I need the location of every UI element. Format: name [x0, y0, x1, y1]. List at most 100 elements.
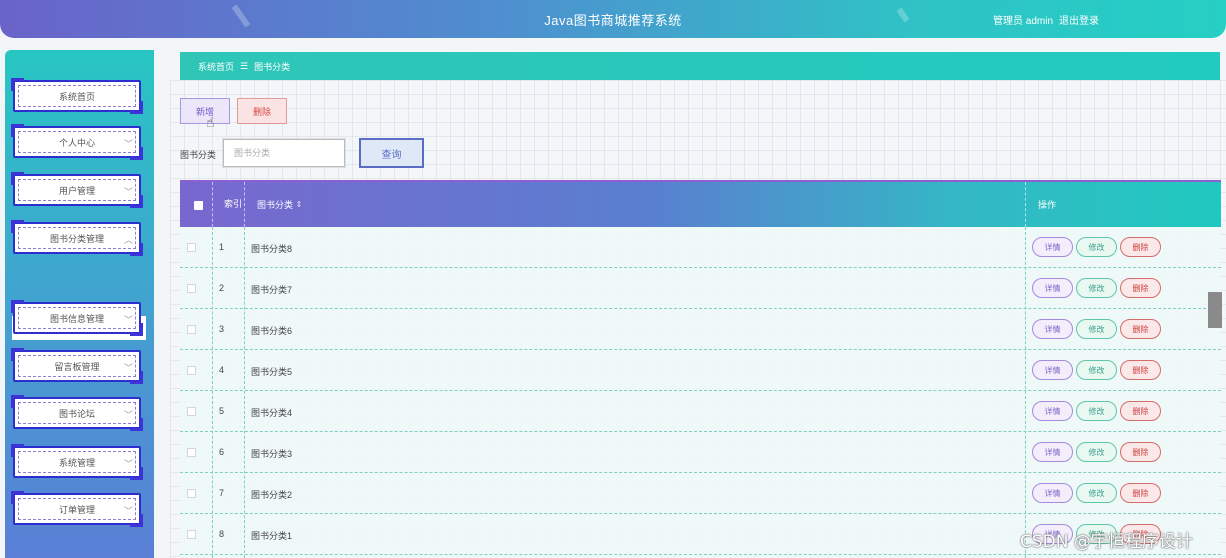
row-category-name: 图书分类1 [251, 531, 293, 541]
column-header-actions: 操作 [1038, 200, 1057, 210]
row-index: 6 [219, 447, 225, 457]
row-checkbox[interactable] [187, 448, 196, 457]
sidebar-item-home[interactable]: 系统首页 [11, 78, 143, 114]
row-delete-button[interactable]: 删除 [1120, 442, 1161, 462]
sidebar-item-order-mgmt[interactable]: 订单管理 ﹀ [11, 491, 143, 527]
detail-button[interactable]: 详情 [1032, 278, 1073, 298]
edit-button[interactable]: 修改 [1076, 483, 1117, 503]
row-index: 3 [219, 324, 225, 334]
search-input[interactable] [223, 139, 345, 167]
chevron-down-icon: ﹀ [123, 139, 133, 149]
edit-button[interactable]: 修改 [1076, 237, 1117, 257]
table-row: 7 图书分类2 详情 修改 删除 [180, 473, 1221, 514]
row-index: 2 [219, 283, 225, 293]
sidebar-item-book-info-mgmt[interactable]: 图书信息管理 ﹀ [11, 300, 143, 336]
menu-icon: ☰ [240, 60, 249, 71]
sidebar-item-book-forum[interactable]: 图书论坛 ﹀ [11, 395, 143, 431]
current-user: 管理员 admin [993, 16, 1054, 27]
row-checkbox[interactable] [187, 366, 196, 375]
table-row: 6 图书分类3 详情 修改 删除 [180, 432, 1221, 473]
user-area: 管理员 admin 退出登录 [993, 12, 1099, 27]
edit-button[interactable]: 修改 [1076, 401, 1117, 421]
row-delete-button[interactable]: 删除 [1120, 483, 1161, 503]
sidebar-item-label: 系统管理 [58, 457, 95, 468]
sidebar-item-label: 图书分类管理 [49, 233, 104, 244]
detail-button[interactable]: 详情 [1032, 401, 1073, 421]
edit-button[interactable]: 修改 [1076, 360, 1117, 380]
table-row: 4 图书分类5 详情 修改 删除 [180, 350, 1221, 391]
breadcrumb-home[interactable]: 系统首页 [198, 60, 234, 73]
row-category-name: 图书分类7 [251, 285, 293, 295]
detail-button[interactable]: 详情 [1032, 360, 1073, 380]
chevron-down-icon: ﹀ [123, 410, 133, 420]
detail-button[interactable]: 详情 [1032, 237, 1073, 257]
sidebar-item-label: 用户管理 [58, 185, 95, 196]
sidebar-item-book-category-mgmt[interactable]: 图书分类管理 ︿ [11, 220, 143, 256]
column-header-name[interactable]: 图书分类 ⇕ [257, 182, 302, 227]
chevron-up-icon: ︿ [123, 235, 133, 245]
sidebar-item-label: 订单管理 [58, 504, 95, 515]
row-index: 1 [219, 242, 225, 252]
row-checkbox[interactable] [187, 325, 196, 334]
row-delete-button[interactable]: 删除 [1120, 401, 1161, 421]
row-category-name: 图书分类3 [251, 449, 293, 459]
row-category-name: 图书分类8 [251, 244, 293, 254]
row-checkbox[interactable] [187, 243, 196, 252]
sidebar-item-label: 图书论坛 [58, 408, 95, 419]
edit-button[interactable]: 修改 [1076, 278, 1117, 298]
row-checkbox[interactable] [187, 530, 196, 539]
sidebar-item-message-board[interactable]: 留言板管理 ﹀ [11, 348, 143, 384]
sidebar-item-profile[interactable]: 个人中心 ﹀ [11, 124, 143, 160]
row-checkbox[interactable] [187, 284, 196, 293]
top-header: Java图书商城推荐系统 管理员 admin 退出登录 [0, 0, 1226, 38]
chevron-down-icon: ﹀ [123, 187, 133, 197]
select-all-checkbox[interactable] [194, 201, 203, 210]
row-checkbox[interactable] [187, 407, 196, 416]
detail-button[interactable]: 详情 [1032, 483, 1073, 503]
chevron-down-icon: ﹀ [123, 363, 133, 373]
sidebar-item-system-mgmt[interactable]: 系统管理 ﹀ [11, 444, 143, 480]
delete-button[interactable]: 删除 [237, 98, 287, 124]
row-delete-button[interactable]: 删除 [1120, 278, 1161, 298]
row-delete-button[interactable]: 删除 [1120, 360, 1161, 380]
row-category-name: 图书分类6 [251, 326, 293, 336]
sidebar-item-label: 留言板管理 [54, 361, 100, 372]
detail-button[interactable]: 详情 [1032, 319, 1073, 339]
chevron-down-icon: ﹀ [123, 506, 133, 516]
detail-button[interactable]: 详情 [1032, 442, 1073, 462]
breadcrumb-current: 图书分类 [254, 61, 291, 72]
sidebar-item-label: 系统首页 [58, 91, 95, 102]
row-index: 4 [219, 365, 225, 375]
search-label: 图书分类 [180, 150, 217, 160]
row-checkbox[interactable] [187, 489, 196, 498]
row-category-name: 图书分类5 [251, 367, 293, 377]
edit-button[interactable]: 修改 [1076, 442, 1117, 462]
sort-icon[interactable]: ⇕ [296, 200, 303, 209]
chevron-down-icon: ﹀ [123, 315, 133, 325]
sidebar: 系统首页 个人中心 ﹀ 用户管理 ﹀ 图书分类管理 ︿ 图书分类 图书信息管理 … [5, 50, 154, 558]
row-category-name: 图书分类4 [251, 408, 293, 418]
edit-button[interactable]: 修改 [1076, 319, 1117, 339]
chevron-down-icon: ﹀ [123, 459, 133, 469]
row-category-name: 图书分类2 [251, 490, 293, 500]
table-row: 5 图书分类4 详情 修改 删除 [180, 391, 1221, 432]
scrollbar-thumb[interactable] [1208, 292, 1222, 328]
query-button[interactable]: 查询 [359, 138, 424, 168]
table-row: 2 图书分类7 详情 修改 删除 [180, 268, 1221, 309]
sidebar-item-label: 个人中心 [58, 137, 95, 148]
row-index: 7 [219, 488, 225, 498]
book-category-table: 索引 图书分类 ⇕ 操作 1 图书分类8 详情 修改 删除 2 图书分类7 详情 修改 删除 3 图书… [180, 180, 1221, 558]
watermark: CSDN @宇恒程序设计 [1020, 532, 1193, 552]
logout-link[interactable]: 退出登录 [1059, 12, 1099, 27]
breadcrumb: 系统首页 ☰ 图书分类 [180, 52, 1220, 80]
row-delete-button[interactable]: 删除 [1120, 319, 1161, 339]
column-header-index: 索引 [224, 199, 243, 209]
hand-cursor-icon: ☝ [206, 114, 215, 130]
sidebar-item-label: 图书信息管理 [49, 313, 104, 324]
table-row: 1 图书分类8 详情 修改 删除 [180, 227, 1221, 268]
row-delete-button[interactable]: 删除 [1120, 237, 1161, 257]
sidebar-item-users[interactable]: 用户管理 ﹀ [11, 172, 143, 208]
table-row: 3 图书分类6 详情 修改 删除 [180, 309, 1221, 350]
table-header: 索引 图书分类 ⇕ 操作 [180, 180, 1221, 227]
add-button[interactable]: 新增 [180, 98, 230, 124]
